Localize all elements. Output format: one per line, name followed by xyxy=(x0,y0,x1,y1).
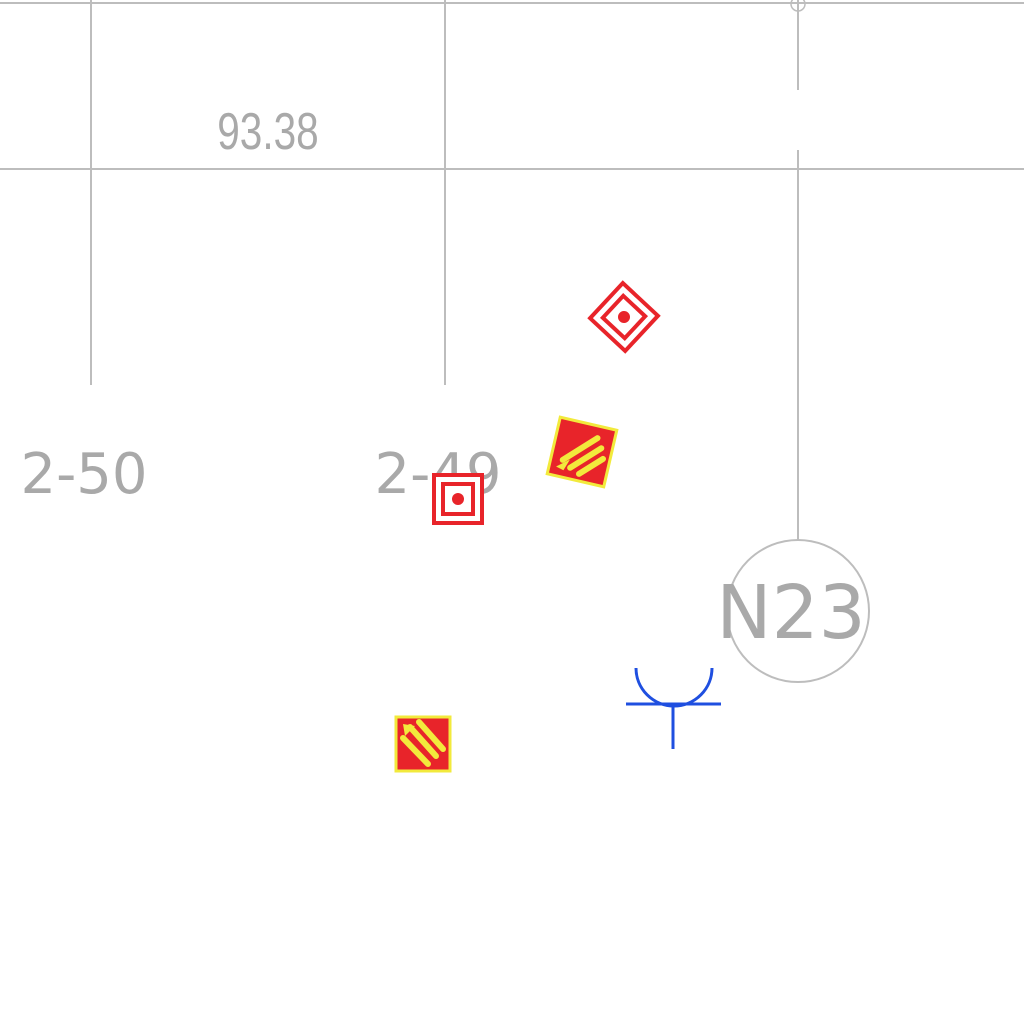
node-id-label: N23 xyxy=(716,570,866,656)
red-concentric-diamond-icon[interactable] xyxy=(587,280,661,354)
map-canvas: 93.38 2-50 2-49 N23 xyxy=(0,0,1024,773)
elevation-label: 93.38 xyxy=(217,102,318,160)
node-marker[interactable]: N23 xyxy=(716,539,870,683)
blue-antenna-symbol-icon[interactable] xyxy=(626,667,721,749)
red-concentric-square-icon[interactable] xyxy=(432,473,484,525)
parcel-label-left: 2-50 xyxy=(20,442,147,507)
red-yellow-hatched-square-icon[interactable] xyxy=(394,715,452,773)
red-yellow-hatched-square-icon[interactable] xyxy=(545,415,619,489)
parcel-grid xyxy=(0,0,1024,540)
